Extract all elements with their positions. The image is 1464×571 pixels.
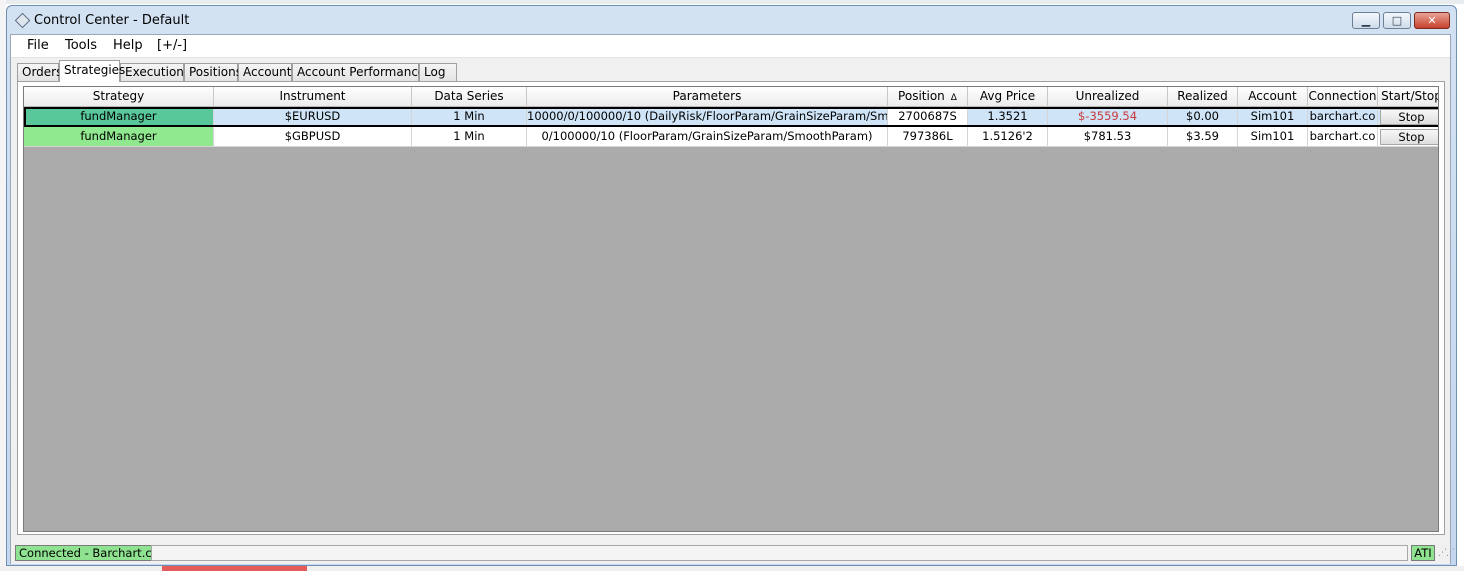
client-area: File Tools Help [+/-] Orders Strategies … bbox=[10, 34, 1455, 564]
cell-account: Sim101 bbox=[1238, 127, 1308, 147]
cell-account: Sim101 bbox=[1238, 107, 1308, 127]
stop-strategy-button[interactable]: Stop bbox=[1380, 109, 1438, 125]
window-title: Control Center - Default bbox=[34, 13, 190, 28]
tab-orders[interactable]: Orders bbox=[17, 63, 62, 82]
sort-ascending-icon: Δ bbox=[950, 93, 957, 103]
column-header-avg-price[interactable]: Avg Price bbox=[968, 87, 1048, 107]
cell-data-series: 1 Min bbox=[412, 127, 527, 147]
menu-file[interactable]: File bbox=[27, 38, 49, 53]
column-header-unrealized[interactable]: Unrealized bbox=[1048, 87, 1168, 107]
tab-strategies[interactable]: Strategies bbox=[59, 60, 125, 82]
column-header-realized[interactable]: Realized bbox=[1168, 87, 1238, 107]
status-message-area bbox=[151, 545, 1408, 561]
background-taskbar-edge bbox=[0, 566, 1464, 571]
cell-parameters: 10000/0/100000/10 (DailyRisk/FloorParam/… bbox=[527, 107, 888, 127]
app-icon bbox=[14, 12, 31, 29]
tab-account-performance[interactable]: Account Performance bbox=[292, 63, 425, 82]
strategies-grid: Strategy Instrument Data Series Paramete… bbox=[23, 86, 1439, 532]
menu-help[interactable]: Help bbox=[113, 38, 143, 53]
cell-unrealized: $781.53 bbox=[1048, 127, 1168, 147]
cell-start-stop: Stop bbox=[1378, 107, 1438, 127]
stop-strategy-button[interactable]: Stop bbox=[1380, 129, 1438, 145]
strategies-panel: Strategy Instrument Data Series Paramete… bbox=[17, 81, 1445, 535]
column-header-parameters[interactable]: Parameters bbox=[527, 87, 888, 107]
cell-strategy: fundManager bbox=[24, 107, 214, 127]
grid-header: Strategy Instrument Data Series Paramete… bbox=[24, 87, 1438, 107]
cell-avg-price: 1.3521 bbox=[968, 107, 1048, 127]
cell-avg-price: 1.5126'2 bbox=[968, 127, 1048, 147]
tab-accounts[interactable]: Accounts bbox=[238, 63, 298, 82]
maximize-button[interactable]: □ bbox=[1383, 12, 1411, 29]
cell-data-series: 1 Min bbox=[412, 107, 527, 127]
menu-bar: File Tools Help [+/-] bbox=[11, 35, 1450, 58]
column-header-data-series[interactable]: Data Series bbox=[412, 87, 527, 107]
cell-parameters: 0/100000/10 (FloorParam/GrainSizeParam/S… bbox=[527, 127, 888, 147]
ati-status: ATI bbox=[1411, 545, 1435, 561]
background-red-strip bbox=[162, 566, 307, 571]
background-window-edge bbox=[0, 0, 1464, 4]
column-header-account[interactable]: Account bbox=[1238, 87, 1308, 107]
control-center-window: Control Center - Default ▁ □ ✕ File Tool… bbox=[6, 5, 1457, 566]
table-row[interactable]: fundManager $GBPUSD 1 Min 0/100000/10 (F… bbox=[24, 127, 1438, 147]
cell-connection: barchart.co bbox=[1308, 107, 1378, 127]
column-header-start-stop[interactable]: Start/Stop bbox=[1378, 87, 1438, 107]
column-header-strategy[interactable]: Strategy bbox=[24, 87, 214, 107]
cell-instrument: $GBPUSD bbox=[214, 127, 412, 147]
cell-realized: $3.59 bbox=[1168, 127, 1238, 147]
minimize-button[interactable]: ▁ bbox=[1352, 12, 1380, 29]
tab-log[interactable]: Log bbox=[419, 63, 457, 82]
cell-start-stop: Stop bbox=[1378, 127, 1438, 147]
title-bar[interactable]: Control Center - Default ▁ □ ✕ bbox=[7, 6, 1456, 34]
menu-toggle-panels[interactable]: [+/-] bbox=[157, 38, 187, 53]
cell-strategy: fundManager bbox=[24, 127, 214, 147]
cell-position: 797386L bbox=[888, 127, 968, 147]
column-header-position[interactable]: Position Δ bbox=[888, 87, 968, 107]
column-header-position-label: Position bbox=[898, 89, 945, 103]
menu-tools[interactable]: Tools bbox=[65, 38, 97, 53]
cell-instrument: $EURUSD bbox=[214, 107, 412, 127]
tab-executions[interactable]: Executions bbox=[120, 63, 190, 82]
column-header-instrument[interactable]: Instrument bbox=[214, 87, 412, 107]
column-header-connection[interactable]: Connection bbox=[1308, 87, 1378, 107]
resize-grip-icon[interactable]: ⋰⋰ bbox=[1438, 549, 1455, 562]
cell-position: 2700687S bbox=[888, 107, 968, 127]
status-bar: Connected - Barchart.com ATI ⋰⋰ bbox=[11, 542, 1455, 564]
tab-positions[interactable]: Positions bbox=[184, 63, 242, 82]
table-row[interactable]: fundManager $EURUSD 1 Min 10000/0/100000… bbox=[24, 107, 1438, 127]
cell-realized: $0.00 bbox=[1168, 107, 1238, 127]
cell-unrealized: $-3559.54 bbox=[1048, 107, 1168, 127]
close-button[interactable]: ✕ bbox=[1414, 12, 1450, 29]
cell-connection: barchart.co bbox=[1308, 127, 1378, 147]
